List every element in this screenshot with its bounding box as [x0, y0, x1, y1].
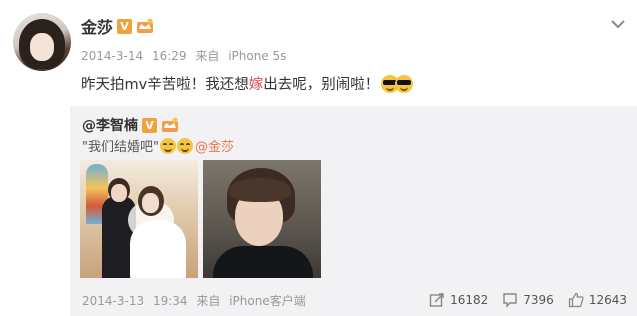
repost-device[interactable]: iPhone客户端: [229, 294, 306, 308]
selfie-photo[interactable]: [203, 160, 321, 278]
repost-card: @李智楠 V "我们结婚吧" @金莎 2014-3-13 19:34 来自 iP…: [70, 106, 637, 316]
post-time[interactable]: 16:29: [152, 49, 187, 63]
post-date[interactable]: 2014-3-14: [81, 49, 143, 63]
grin-emoji-icon: [159, 137, 176, 154]
post-author: 金莎 V: [81, 14, 154, 38]
post-content: 昨天拍mv辛苦啦！我还想 嫁 出去呢，别闹啦！: [81, 73, 414, 94]
from-label: 来自: [195, 49, 220, 63]
chevron-down-icon[interactable]: [611, 14, 625, 29]
repost-quote: "我们结婚吧": [82, 140, 159, 155]
verified-badge-icon: V: [117, 18, 133, 34]
author-name[interactable]: 金莎: [81, 14, 113, 38]
from-label: 来自: [196, 293, 221, 308]
comment-icon: [503, 293, 517, 308]
repost-time[interactable]: 19:34: [153, 294, 188, 308]
sunglasses-emoji-icon: [395, 74, 414, 93]
repost-author-name[interactable]: @李智楠: [82, 115, 138, 135]
repost-footer: 2014-3-13 19:34 来自 iPhone客户端 16182 7396 …: [82, 290, 627, 310]
post-meta: 2014-3-14 16:29 来自 iPhone 5s: [81, 47, 291, 64]
repost-button[interactable]: 16182: [429, 292, 488, 308]
post-text-highlight: 嫁: [248, 77, 264, 93]
verified-badge-icon: V: [142, 117, 157, 133]
repost-author: @李智楠 V: [82, 115, 179, 135]
comment-count: 7396: [523, 293, 554, 307]
member-crown-icon[interactable]: [136, 18, 154, 34]
member-crown-icon[interactable]: [161, 117, 179, 133]
repost-text: "我们结婚吧" @金莎: [82, 136, 234, 155]
wedding-photo[interactable]: [80, 160, 198, 278]
grin-emoji-icon: [176, 137, 193, 154]
thumbs-up-icon: [568, 292, 584, 308]
mention-link[interactable]: @金莎: [195, 136, 234, 155]
post-text-before: 昨天拍mv辛苦啦！我还想: [81, 77, 249, 93]
repost-date[interactable]: 2014-3-13: [82, 294, 144, 308]
post-text-after: 出去呢，别闹啦！: [263, 77, 380, 93]
author-avatar[interactable]: [13, 13, 71, 71]
repost-icon: [429, 293, 444, 307]
repost-count: 16182: [450, 293, 489, 307]
repost-meta: 2014-3-13 19:34 来自 iPhone客户端: [82, 292, 415, 309]
like-count: 12643: [588, 293, 627, 307]
post-device[interactable]: iPhone 5s: [228, 49, 286, 63]
like-button[interactable]: 12643: [568, 292, 627, 308]
comment-button[interactable]: 7396: [502, 292, 554, 308]
